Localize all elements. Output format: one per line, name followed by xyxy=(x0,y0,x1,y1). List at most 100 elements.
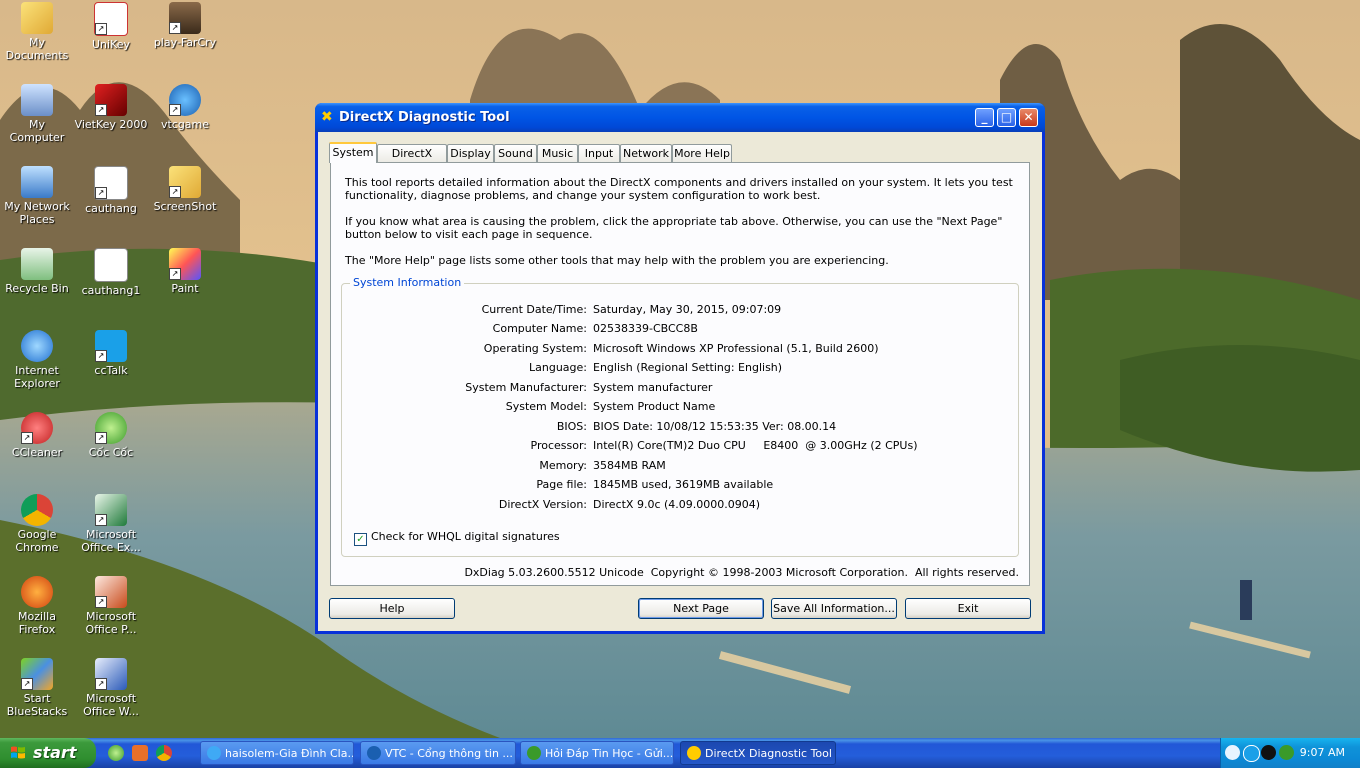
desktop-icon-vietkey[interactable]: ↗ VietKey 2000 xyxy=(74,84,148,131)
desktop-icon-unikey[interactable]: ↗ UniKey xyxy=(74,2,148,51)
document-icon: ↗ xyxy=(94,166,128,200)
folder-icon xyxy=(21,2,53,34)
document-icon xyxy=(94,248,128,282)
desktop-icon-label: Recycle Bin xyxy=(5,282,69,295)
desktop-icon-my-network-places[interactable]: My Network Places xyxy=(0,166,74,226)
desktop-icon-word[interactable]: ↗ Microsoft Office W... xyxy=(74,658,148,718)
desktop-icon-paint[interactable]: ↗ Paint xyxy=(148,248,222,295)
desktop-icon-label: cauthang xyxy=(85,202,137,215)
info-label: Current Date/Time: xyxy=(481,303,587,316)
info-label: BIOS: xyxy=(556,420,587,433)
whql-checkbox[interactable]: ✓ Check for WHQL digital signatures xyxy=(354,530,560,546)
info-row-directx-version: DirectX Version: DirectX 9.0c (4.09.0000… xyxy=(342,498,1018,512)
close-button[interactable]: ✕ xyxy=(1019,108,1038,127)
computer-icon xyxy=(21,84,53,116)
tab-network[interactable]: Network xyxy=(620,144,672,162)
taskbar-item[interactable]: VTC - Cổng thông tin ... xyxy=(360,741,516,765)
desktop-icon-powerpoint[interactable]: ↗ Microsoft Office P... xyxy=(74,576,148,636)
tab-more-help[interactable]: More Help xyxy=(672,144,732,162)
desktop-icon-label: My Documents xyxy=(5,36,69,62)
expand-tray-icon[interactable] xyxy=(1225,745,1240,760)
desktop-icon-recycle-bin[interactable]: Recycle Bin xyxy=(0,248,74,295)
coccoc-icon xyxy=(527,746,541,760)
info-label: Language: xyxy=(529,361,587,374)
minimize-button[interactable]: _ xyxy=(975,108,994,127)
info-row-manufacturer: System Manufacturer: System manufacturer xyxy=(342,381,1018,395)
system-information-group: System Information Current Date/Time: Sa… xyxy=(341,276,1019,557)
exit-button[interactable]: Exit xyxy=(905,598,1031,619)
desktop-icon-label: Mozilla Firefox xyxy=(18,610,56,636)
intro-text-2: If you know what area is causing the pro… xyxy=(345,215,1003,241)
cctalk-tray-icon[interactable] xyxy=(1243,745,1260,762)
info-label: Page file: xyxy=(536,478,587,491)
windows-logo-icon xyxy=(11,746,25,759)
info-value: 1845MB used, 3619MB available xyxy=(593,478,774,491)
directx-icon xyxy=(687,746,701,760)
clock[interactable]: 9:07 AM xyxy=(1300,738,1345,768)
checkbox-checked-icon[interactable]: ✓ xyxy=(354,533,367,546)
coccoc-quicklaunch-icon[interactable] xyxy=(108,745,124,761)
window-client: System DirectX Files Display Sound Music… xyxy=(318,132,1042,631)
desktop-icon-cctalk[interactable]: ↗ ccTalk xyxy=(74,330,148,377)
desktop-icon-excel[interactable]: ↗ Microsoft Office Ex... xyxy=(74,494,148,554)
tab-directx-files[interactable]: DirectX Files xyxy=(377,144,447,177)
desktop-icon-ccleaner[interactable]: ↗ CCleaner xyxy=(0,412,74,459)
info-row-page-file: Page file: 1845MB used, 3619MB available xyxy=(342,478,1018,492)
taskbar-item[interactable]: haisolem-Gia Đình Cla... xyxy=(200,741,354,765)
desktop-icon-label: Start BlueStacks xyxy=(6,692,68,718)
tab-sound[interactable]: Sound xyxy=(494,144,537,162)
info-label: Computer Name: xyxy=(492,322,587,335)
taskbar-item-active[interactable]: DirectX Diagnostic Tool xyxy=(680,741,836,765)
info-row-memory: Memory: 3584MB RAM xyxy=(342,459,1018,473)
ccleaner-icon: ↗ xyxy=(21,412,53,444)
save-all-information-button[interactable]: Save All Information... xyxy=(771,598,897,619)
start-button[interactable]: start xyxy=(0,738,96,768)
pdf-quicklaunch-icon[interactable] xyxy=(132,745,148,761)
desktop-icon-my-computer[interactable]: My Computer xyxy=(0,84,74,144)
next-page-button[interactable]: Next Page xyxy=(638,598,764,619)
desktop-icon-cauthang1[interactable]: cauthang1 xyxy=(74,248,148,297)
desktop-icon-label: Google Chrome xyxy=(15,528,59,554)
intro-text-1: This tool reports detailed information a… xyxy=(345,176,1013,202)
info-row-bios: BIOS: BIOS Date: 10/08/12 15:53:35 Ver: … xyxy=(342,420,1018,434)
tab-input[interactable]: Input xyxy=(578,144,620,162)
desktop-icon-label: play-FarCry xyxy=(153,36,217,49)
tab-display[interactable]: Display xyxy=(447,144,494,162)
desktop-icon-cauthang[interactable]: ↗ cauthang xyxy=(74,166,148,215)
info-value: English (Regional Setting: English) xyxy=(593,361,783,374)
powerpoint-icon: ↗ xyxy=(95,576,127,608)
copyright-text: DxDiag 5.03.2600.5512 Unicode Copyright … xyxy=(464,566,1019,579)
info-row-datetime: Current Date/Time: Saturday, May 30, 201… xyxy=(342,303,1018,317)
network-tray-icon[interactable] xyxy=(1261,745,1276,760)
taskbar-item[interactable]: Hỏi Đáp Tin Học - Gửi... xyxy=(520,741,674,765)
desktop-icon-google-chrome[interactable]: Google Chrome xyxy=(0,494,74,554)
start-label: start xyxy=(33,743,77,762)
excel-icon: ↗ xyxy=(95,494,127,526)
info-row-language: Language: English (Regional Setting: Eng… xyxy=(342,361,1018,375)
desktop-icon-coccoc[interactable]: ↗ Cốc Cốc xyxy=(74,412,148,459)
recycle-bin-icon xyxy=(21,248,53,280)
desktop-icon-internet-explorer[interactable]: Internet Explorer xyxy=(0,330,74,390)
taskbar-item-label: haisolem-Gia Đình Cla... xyxy=(225,747,354,760)
desktop-icon-label: Cốc Cốc xyxy=(88,446,134,459)
info-row-processor: Processor: Intel(R) Core(TM)2 Duo CPU E8… xyxy=(342,439,1018,453)
browser-icon xyxy=(207,746,221,760)
info-value: BIOS Date: 10/08/12 15:53:35 Ver: 08.00.… xyxy=(593,420,837,433)
info-label: DirectX Version: xyxy=(498,498,587,511)
desktop-icon-my-documents[interactable]: My Documents xyxy=(0,2,74,62)
window-titlebar[interactable]: ✖ DirectX Diagnostic Tool _ □ ✕ xyxy=(315,103,1045,132)
desktop-icon-vtcgame[interactable]: ↗ vtcgame xyxy=(148,84,222,131)
help-button[interactable]: Help xyxy=(329,598,455,619)
desktop-icon-bluestacks[interactable]: ↗ Start BlueStacks xyxy=(0,658,74,718)
network-icon xyxy=(21,166,53,198)
desktop-icon-play-farcry[interactable]: ↗ play-FarCry xyxy=(148,2,222,49)
tab-music[interactable]: Music xyxy=(537,144,578,162)
desktop-icon-label: Paint xyxy=(171,282,199,295)
chrome-icon xyxy=(21,494,53,526)
tab-system[interactable]: System xyxy=(329,142,377,163)
desktop-icon-mozilla-firefox[interactable]: Mozilla Firefox xyxy=(0,576,74,636)
unikey-tray-icon[interactable] xyxy=(1279,745,1294,760)
chrome-quicklaunch-icon[interactable] xyxy=(156,745,172,761)
desktop-icon-screenshot[interactable]: ↗ ScreenShot xyxy=(148,166,222,213)
maximize-button[interactable]: □ xyxy=(997,108,1016,127)
